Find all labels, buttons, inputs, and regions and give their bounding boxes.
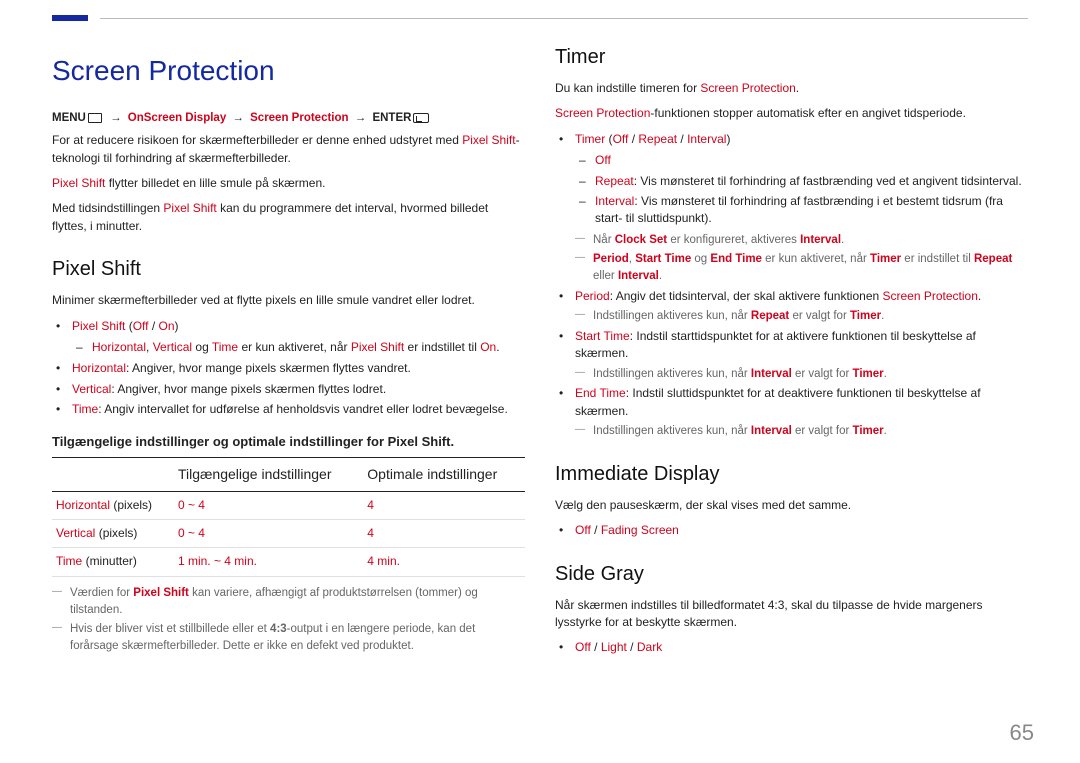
immediate-p: Vælg den pauseskærm, der skal vises med … (555, 497, 1028, 514)
ps-time: Time: Angiv intervallet for udførelse af… (70, 401, 525, 418)
timer-mode: Timer (Off / Repeat / Interval) Off Repe… (573, 131, 1028, 285)
starttime-note: Indstillingen aktiveres kun, når Interva… (575, 366, 1028, 383)
pixel-shift-heading: Pixel Shift (52, 255, 525, 284)
right-column: Timer Du kan indstille timeren for Scree… (555, 31, 1028, 661)
menu-icon (88, 113, 102, 123)
menu-path: MENU → OnScreen Display → Screen Protect… (52, 110, 525, 127)
ps-horizontal: Horizontal: Angiver, hvor mange pixels s… (70, 360, 525, 377)
timer-note-fields: Period, Start Time og End Time er kun ak… (575, 251, 1028, 284)
timer-starttime: Start Time: Indstil starttidspunktet for… (573, 328, 1028, 382)
timer-interval: Interval: Vis mønsteret til forhindring … (593, 193, 1028, 228)
timer-note-clockset: Når Clock Set er konfigureret, aktiveres… (575, 232, 1028, 249)
sidegray-p: Når skærmen indstilles til billedformate… (555, 597, 1028, 632)
timer-heading: Timer (555, 43, 1028, 72)
ps-vertical: Vertical: Angiver, hvor mange pixels skæ… (70, 381, 525, 398)
page-title: Screen Protection (52, 51, 525, 92)
enter-icon (413, 113, 429, 123)
settings-table: Tilgængelige indstillinger Optimale inds… (52, 457, 525, 576)
timer-p1: Du kan indstille timeren for Screen Prot… (555, 80, 1028, 97)
path-seg: Screen Protection (250, 112, 348, 124)
arrow-icon: → (110, 112, 122, 124)
endtime-note: Indstillingen aktiveres kun, når Interva… (575, 423, 1028, 440)
path-menu: MENU (52, 112, 86, 124)
page-number: 65 (1010, 717, 1034, 749)
immediate-bullets: Off / Fading Screen (555, 522, 1028, 539)
th-available: Tilgængelige indstillinger (174, 458, 363, 491)
brand-mark (52, 15, 88, 21)
ps-subnote: Horizontal, Vertical og Time er kun akti… (90, 339, 525, 356)
page-body: Screen Protection MENU → OnScreen Displa… (0, 21, 1080, 661)
period-note: Indstillingen aktiveres kun, når Repeat … (575, 308, 1028, 325)
top-bar (0, 0, 1080, 21)
sidegray-bullets: Off / Light / Dark (555, 639, 1028, 656)
table-title: Tilgængelige indstillinger og optimale i… (52, 433, 525, 452)
intro-p3: Med tidsindstillingen Pixel Shift kan du… (52, 200, 525, 235)
th-optimal: Optimale indstillinger (363, 458, 525, 491)
timer-period: Period: Angiv det tidsinterval, der skal… (573, 288, 1028, 325)
arrow-icon: → (355, 112, 367, 124)
left-column: Screen Protection MENU → OnScreen Displa… (52, 31, 525, 661)
immediate-heading: Immediate Display (555, 460, 1028, 489)
timer-off: Off (593, 152, 1028, 169)
timer-endtime: End Time: Indstil sluttidspunktet for at… (573, 385, 1028, 439)
sidegray-heading: Side Gray (555, 560, 1028, 589)
intro-p1: For at reducere risikoen for skærmefterb… (52, 132, 525, 167)
sidegray-options: Off / Light / Dark (573, 639, 1028, 656)
path-enter: ENTER (372, 112, 411, 124)
th-empty (52, 458, 174, 491)
footnote-1: Værdien for Pixel Shift kan variere, afh… (52, 585, 525, 618)
top-rule (100, 18, 1028, 19)
table-row: Vertical (pixels) 0 ~ 4 4 (52, 520, 525, 548)
pixel-desc: Minimer skærmefterbilleder ved at flytte… (52, 292, 525, 309)
timer-repeat: Repeat: Vis mønsteret til forhindring af… (593, 173, 1028, 190)
table-row: Time (minutter) 1 min. ~ 4 min. 4 min. (52, 548, 525, 576)
table-row: Horizontal (pixels) 0 ~ 4 4 (52, 491, 525, 519)
path-seg: OnScreen Display (128, 112, 226, 124)
ps-option: Pixel Shift (Off / On) Horizontal, Verti… (70, 318, 525, 357)
timer-bullets: Timer (Off / Repeat / Interval) Off Repe… (555, 131, 1028, 440)
pixel-bullets: Pixel Shift (Off / On) Horizontal, Verti… (52, 318, 525, 419)
immediate-options: Off / Fading Screen (573, 522, 1028, 539)
arrow-icon: → (232, 112, 244, 124)
footnote-2: Hvis der bliver vist et stillbillede ell… (52, 621, 525, 654)
table-row: Tilgængelige indstillinger Optimale inds… (52, 458, 525, 491)
intro-p2: Pixel Shift flytter billedet en lille sm… (52, 175, 525, 192)
timer-p2: Screen Protection-funktionen stopper aut… (555, 105, 1028, 122)
